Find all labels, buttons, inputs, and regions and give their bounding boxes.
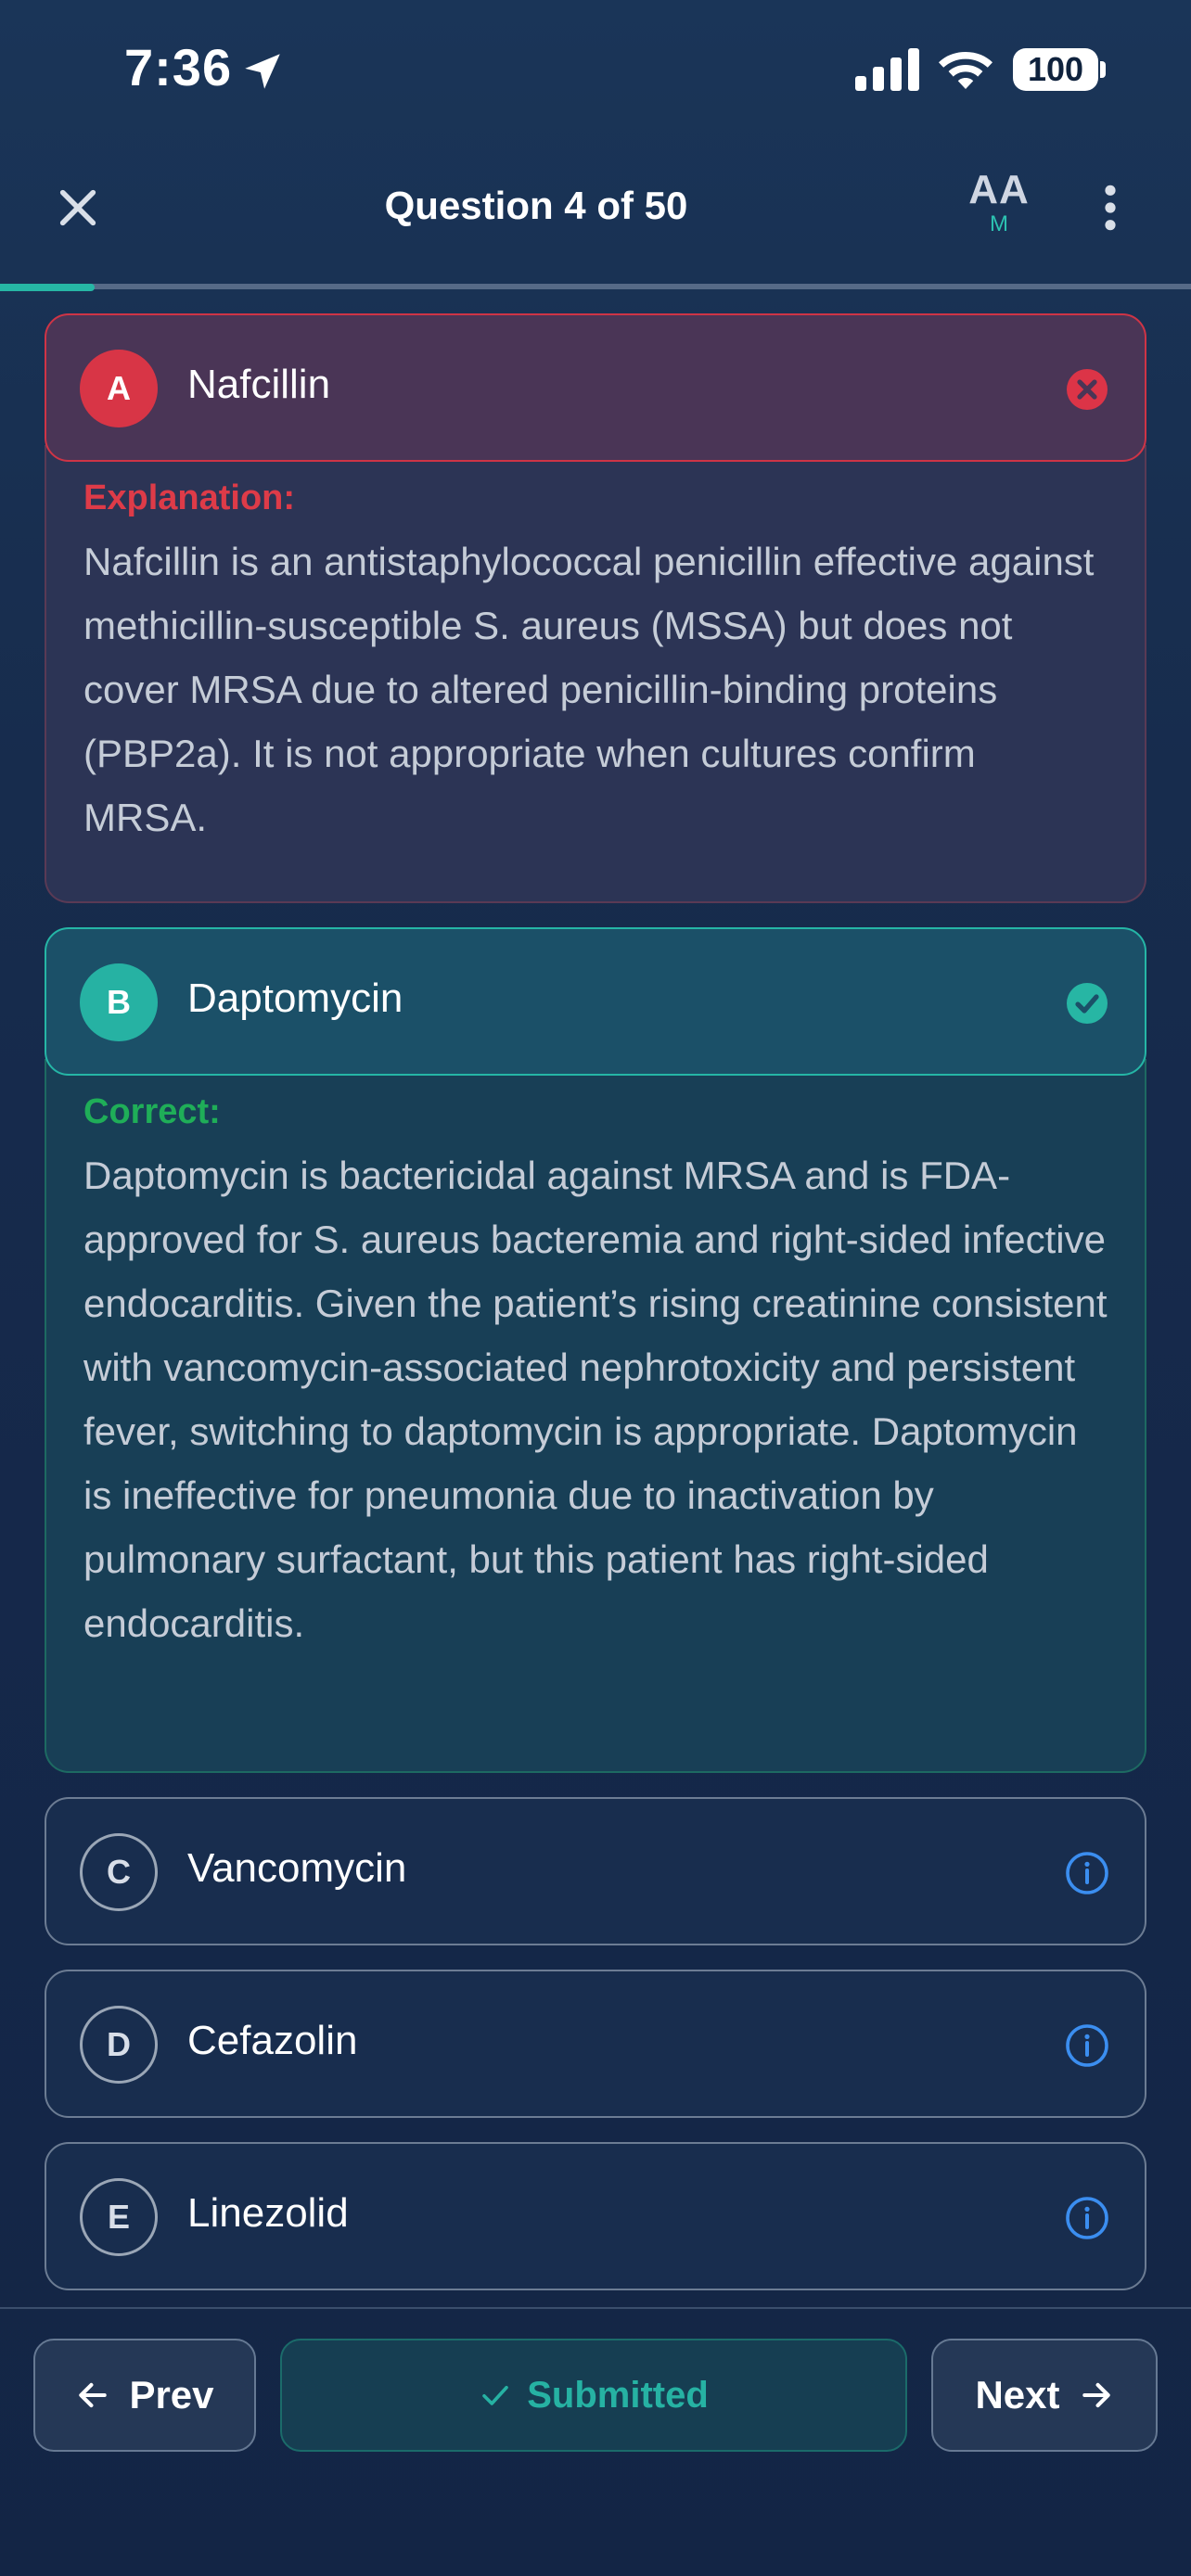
- option-letter: C: [80, 1833, 158, 1911]
- wifi-icon: [939, 52, 992, 89]
- prev-label: Prev: [129, 2373, 214, 2417]
- explanation-panel-b: Correct: Daptomycin is bactericidal agai…: [45, 1059, 1146, 1773]
- footer-divider: [0, 2307, 1191, 2309]
- option-label: Vancomycin: [187, 1845, 407, 1891]
- progress-fill: [0, 284, 95, 291]
- info-icon[interactable]: [1065, 2023, 1109, 2068]
- prev-button[interactable]: Prev: [33, 2339, 256, 2452]
- option-b[interactable]: B Daptomycin: [45, 927, 1146, 1076]
- arrow-left-icon: [79, 2382, 108, 2408]
- option-letter: A: [80, 350, 158, 427]
- submitted-button: Submitted: [280, 2339, 907, 2452]
- location-arrow-icon: [245, 54, 280, 89]
- battery-tip: [1100, 61, 1106, 78]
- font-size-button[interactable]: AA M: [965, 167, 1033, 250]
- page-title: Question 4 of 50: [384, 184, 688, 227]
- info-icon[interactable]: [1065, 2196, 1109, 2240]
- option-letter: B: [80, 963, 158, 1041]
- option-letter: D: [80, 2006, 158, 2084]
- info-icon[interactable]: [1065, 1851, 1109, 1895]
- option-label: Nafcillin: [187, 362, 331, 407]
- next-label: Next: [975, 2373, 1060, 2417]
- check-icon: [482, 2385, 509, 2405]
- explanation-text: Daptomycin is bactericidal against MRSA …: [83, 1154, 1108, 1645]
- battery-icon: 100: [1013, 48, 1098, 91]
- option-label: Linezolid: [187, 2190, 349, 2236]
- explanation-panel-a: Explanation: Nafcillin is an antistaphyl…: [45, 445, 1146, 903]
- submitted-label: Submitted: [527, 2374, 709, 2416]
- option-label: Daptomycin: [187, 976, 403, 1021]
- option-e[interactable]: E Linezolid: [45, 2142, 1146, 2290]
- header: Question 4 of 50 AA M: [0, 139, 1191, 278]
- explanation-heading: Correct:: [83, 1092, 221, 1131]
- explanation-text: Nafcillin is an antistaphylococcal penic…: [83, 540, 1095, 839]
- font-size-value: M: [990, 211, 1008, 236]
- status-time: 7:36: [124, 38, 233, 96]
- option-label: Cefazolin: [187, 2018, 358, 2063]
- option-letter: E: [80, 2178, 158, 2256]
- status-bar: 7:36 100: [0, 0, 1191, 139]
- option-d[interactable]: D Cefazolin: [45, 1970, 1146, 2118]
- x-circle-icon: [1067, 369, 1108, 410]
- explanation-heading: Explanation:: [83, 478, 296, 517]
- check-circle-icon: [1067, 983, 1108, 1024]
- progress-track: [0, 284, 1191, 289]
- arrow-right-icon: [1082, 2382, 1110, 2408]
- more-vertical-icon[interactable]: [1095, 182, 1126, 234]
- next-button[interactable]: Next: [931, 2339, 1158, 2452]
- option-a[interactable]: A Nafcillin: [45, 313, 1146, 462]
- font-size-label: AA: [968, 167, 1030, 212]
- signal-icon: [855, 48, 919, 91]
- option-c[interactable]: C Vancomycin: [45, 1797, 1146, 1945]
